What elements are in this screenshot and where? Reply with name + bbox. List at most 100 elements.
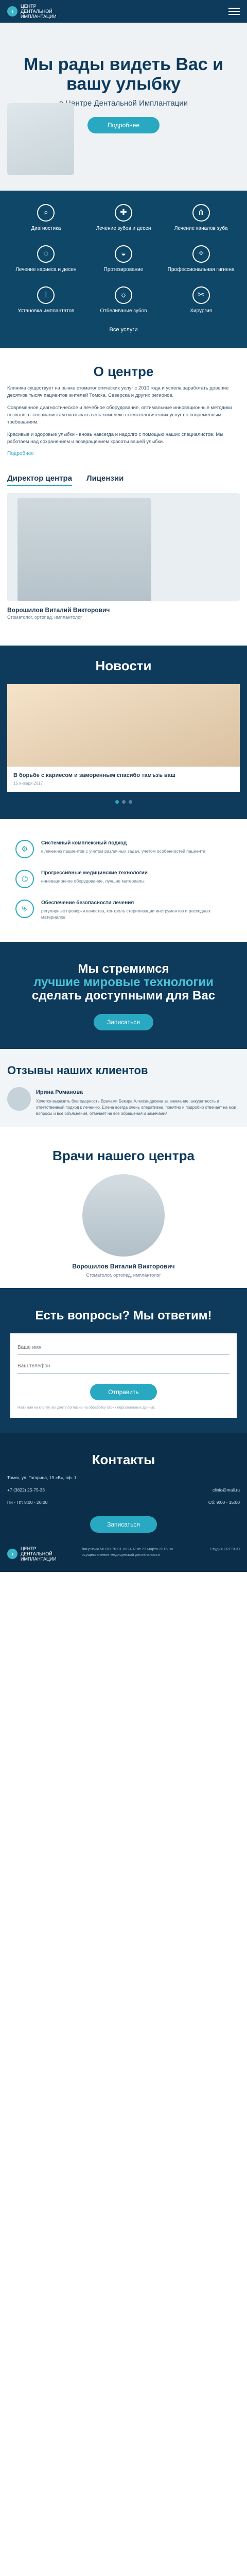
contacts-signup-button[interactable]: Записаться	[90, 1516, 157, 1533]
questions-title: Есть вопросы? Мы ответим!	[35, 1309, 212, 1323]
service-item[interactable]: ☼ Отбеливание зубов	[85, 286, 163, 314]
reviews-section: Отзывы наших клиентов Ирина Романова Хоч…	[0, 1049, 247, 1127]
tech-icon: ⌬	[15, 870, 34, 888]
feature-item: ⛨ Обеспечение безопасности лечения регуляр…	[15, 900, 232, 920]
features-section: ⚙ Системный комплексный подход к лечению п…	[0, 819, 247, 942]
feature-title: Системный комплексный подход	[41, 840, 127, 846]
service-item[interactable]: ✂ Хирургия	[162, 286, 240, 314]
pagination-dot[interactable]	[128, 800, 132, 804]
hours-saturday: Сб: 9:00 - 15:00	[208, 1500, 240, 1505]
services-section: ⌕ Диагностика ✚ Лечение зубов и десен ⋔ Лечен…	[0, 191, 247, 348]
hygiene-icon: ✧	[192, 245, 210, 263]
safety-icon: ⛨	[15, 900, 34, 918]
service-label: Хирургия	[190, 308, 213, 314]
service-label: Диагностика	[31, 226, 61, 231]
whitening-icon: ☼	[114, 286, 132, 304]
about-paragraph-3: Красивые и здоровые улыбки - вновь навсе…	[7, 432, 223, 445]
service-label: Лечение кариеса и десен	[15, 267, 77, 273]
feature-item: ⌬ Прогрессивные медицинские технологии инн…	[15, 870, 232, 888]
service-label: Установка имплантатов	[17, 308, 75, 314]
hamburger-icon[interactable]	[228, 8, 240, 15]
about-paragraph-1: Клиника существует на рынке стоматологич…	[7, 385, 229, 398]
name-field[interactable]	[17, 1341, 230, 1355]
doctor-photo	[82, 1174, 165, 1257]
logo-text-3: ИМПЛАНТАЦИИ	[21, 14, 57, 19]
service-label: Лечение каналов зуба	[174, 226, 228, 231]
footer-logo[interactable]: ◖ ЦЕНТР ДЕНТАЛЬНОЙ ИМПЛАНТАЦИИ	[7, 1546, 57, 1562]
feature-text: инновационное оборудование, лучшие матер…	[41, 878, 145, 884]
news-card-date: 15 января 2017	[13, 781, 43, 786]
about-title: О центре	[93, 364, 154, 379]
studio-credit[interactable]: Студия FRESCO	[210, 1546, 240, 1552]
consent-note: Нажимая на кнопку, вы даете согласие на …	[17, 1406, 155, 1410]
service-item[interactable]: ◌ Лечение кариеса и десен	[7, 245, 85, 273]
about-paragraph-2: Современное диагностическое и лечебное о…	[7, 405, 232, 425]
service-item[interactable]: ◒ Протезирование	[85, 245, 163, 273]
doctors-title: Врачи нашего центра	[52, 1148, 195, 1163]
service-item[interactable]: ⋔ Лечение каналов зуба	[162, 204, 240, 232]
news-card-title: В борьбе с кариесом и заморенным спасибо…	[13, 772, 175, 778]
news-title: Новости	[95, 658, 152, 673]
doctors-section: Врачи нашего центра Ворошилов Виталий Ви…	[0, 1127, 247, 1288]
doctor-role: Стоматолог, ортопед, имплантолог	[86, 1273, 161, 1278]
logo-text-2: ДЕНТАЛЬНОЙ	[21, 9, 52, 14]
director-photo	[17, 498, 151, 601]
license-text: Лицензия № ЛО-70-01-002407 от 21 марта 2…	[81, 1547, 173, 1557]
logo-text-2: ДЕНТАЛЬНОЙ	[21, 1551, 52, 1556]
top-bar: ◖ ЦЕНТР ДЕНТАЛЬНОЙ ИМПЛАНТАЦИИ	[0, 0, 247, 23]
strive-line-2: лучшие мировые технологии	[33, 975, 214, 989]
hours-weekdays: Пн - Пт: 8:00 - 20:00	[7, 1500, 48, 1505]
strive-section: Мы стремимся лучшие мировые технологии с…	[0, 942, 247, 1049]
pagination-dot[interactable]	[115, 800, 119, 804]
avatar	[7, 1087, 31, 1111]
service-label: Лечение зубов и десен	[96, 226, 151, 231]
services-grid: ⌕ Диагностика ✚ Лечение зубов и десен ⋔ Лечен…	[7, 204, 240, 314]
feature-item: ⚙ Системный комплексный подход к лечению п…	[15, 840, 232, 858]
feature-title: Прогрессивные медицинские технологии	[41, 870, 148, 876]
canal-icon: ⋔	[192, 204, 210, 222]
phone-link[interactable]: +7 (3822) 25-75-33	[7, 1487, 45, 1493]
pagination-dot[interactable]	[121, 800, 126, 804]
strive-line-1: Мы стремимся	[78, 962, 169, 976]
tooth-icon: ◖	[7, 6, 17, 16]
hero-more-button[interactable]: Подробнее	[87, 117, 160, 133]
service-label: Профессиональная гигиена	[167, 267, 235, 273]
about-section: О центре Клиника существует на рынке сто…	[0, 348, 247, 462]
implant-icon: ⊥	[37, 286, 55, 304]
email-link[interactable]: clinic@mail.ru	[213, 1487, 240, 1493]
tab-director[interactable]: Директор центра	[7, 474, 73, 486]
all-services-link[interactable]: Все услуги	[7, 327, 240, 333]
review-card: Ирина Романова Хочется выразить благодар…	[7, 1087, 240, 1117]
service-item[interactable]: ✧ Профессиональная гигиена	[162, 245, 240, 273]
signup-button[interactable]: Записаться	[94, 1014, 153, 1030]
feature-text: регулярные проверки качества, контроль с…	[41, 908, 211, 920]
news-image	[7, 684, 240, 767]
contact-form: Отправить Нажимая на кнопку, вы даете со…	[10, 1333, 237, 1418]
hero-section: ◖ ЦЕНТР ДЕНТАЛЬНОЙ ИМПЛАНТАЦИИ Мы рады вид…	[0, 0, 247, 191]
service-item[interactable]: ⌕ Диагностика	[7, 204, 85, 232]
doctor-name: Ворошилов Виталий Викторович	[72, 1263, 175, 1270]
contacts-title: Контакты	[92, 1452, 155, 1467]
news-card[interactable]: В борьбе с кариесом и заморенным спасибо…	[7, 684, 240, 792]
tab-licenses[interactable]: Лицензии	[86, 474, 123, 486]
service-label: Отбеливание зубов	[100, 308, 147, 314]
address: Томск, ул. Гагарина, 19 «В», оф. 1	[7, 1475, 77, 1480]
dental-tools-image	[7, 103, 74, 175]
reviews-title: Отзывы наших клиентов	[7, 1064, 148, 1077]
director-role: Стоматолог, ортопед, имплантолог	[7, 615, 82, 620]
phone-field[interactable]	[17, 1359, 230, 1374]
submit-button[interactable]: Отправить	[90, 1384, 157, 1400]
logo-text-3: ИМПЛАНТАЦИИ	[21, 1556, 57, 1562]
caries-icon: ◌	[37, 245, 55, 263]
logo[interactable]: ◖ ЦЕНТР ДЕНТАЛЬНОЙ ИМПЛАНТАЦИИ	[7, 4, 57, 19]
contacts-section: Контакты Томск, ул. Гагарина, 19 «В», оф…	[0, 1433, 247, 1572]
strive-line-3: сделать доступными для Вас	[31, 989, 216, 1003]
review-text: Хочется выразить благодарность Врачами Б…	[36, 1099, 236, 1116]
service-item[interactable]: ⊥ Установка имплантатов	[7, 286, 85, 314]
news-section: Новости В борьбе с кариесом и заморенным…	[0, 646, 247, 819]
service-item[interactable]: ✚ Лечение зубов и десен	[85, 204, 163, 232]
about-more-link[interactable]: Подробнее	[7, 451, 240, 456]
tooth-icon: ◖	[7, 1549, 17, 1559]
director-name: Ворошилов Виталий Викторович	[7, 606, 110, 614]
director-tabs: Директор центра Лицензии	[0, 462, 247, 486]
